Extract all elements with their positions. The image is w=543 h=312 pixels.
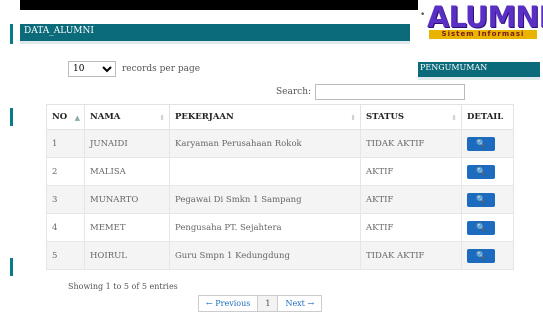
column-header-nama[interactable]: NAMA ⇕ [84, 104, 170, 130]
detail-search-icon[interactable]: 🔍 [467, 192, 495, 207]
cell-pekerjaan [169, 157, 361, 186]
detail-search-icon[interactable]: 🔍 [467, 220, 495, 235]
table-row: 4 MEMET Pengusaha PT. Sejahtera AKTIF 🔍 [46, 213, 514, 242]
records-label: records per page [122, 64, 201, 74]
cell-nama: MUNARTO [84, 185, 170, 214]
detail-search-icon[interactable]: 🔍 [467, 248, 495, 263]
data-alumni-header: DATA_ALUMNI [20, 24, 410, 44]
cell-nama: MALISA [84, 157, 170, 186]
column-header-no[interactable]: NO ▲ [46, 104, 85, 130]
pagination: ← Previous 1 Next → [198, 295, 323, 312]
cell-nama: MEMET [84, 213, 170, 242]
column-header-label: STATUS [366, 112, 405, 122]
cell-pekerjaan: Karyaman Perusahaan Rokok [169, 129, 361, 158]
table-info: Showing 1 to 5 of 5 entries [68, 282, 178, 291]
detail-search-icon[interactable]: 🔍 [467, 164, 495, 179]
logo-subtitle: Sistem Informasi [429, 30, 537, 39]
table-row: 3 MUNARTO Pegawai Di Smkn 1 Sampang AKTI… [46, 185, 514, 214]
records-select[interactable]: 10 [68, 61, 116, 77]
cell-no: 3 [46, 185, 85, 214]
cell-detail: 🔍 [461, 157, 514, 186]
bullet-mark: • [420, 10, 426, 20]
cell-status: AKTIF [360, 213, 462, 242]
records-per-page: 10 records per page [68, 61, 200, 77]
cell-no: 2 [46, 157, 85, 186]
cell-status: TIDAK AKTIF [360, 241, 462, 270]
logo-word: ALUMNI [427, 0, 543, 34]
table-row: 5 HOIRUL Guru Smpn 1 Kedungdung TIDAK AK… [46, 241, 514, 270]
cell-pekerjaan: Pegawai Di Smkn 1 Sampang [169, 185, 361, 214]
cell-detail: 🔍 [461, 129, 514, 158]
sort-asc-icon: ▲ [74, 113, 80, 122]
search-input[interactable] [315, 84, 466, 100]
top-banner-strip [20, 0, 418, 10]
sort-icon: ⇕ [350, 113, 356, 122]
table-row: 1 JUNAIDI Karyaman Perusahaan Rokok TIDA… [46, 129, 514, 158]
column-header-pekerjaan[interactable]: PEKERJAAN ⇕ [169, 104, 361, 130]
cell-status: AKTIF [360, 185, 462, 214]
left-accent-bar [10, 24, 13, 44]
cell-detail: 🔍 [461, 213, 514, 242]
cell-no: 1 [46, 129, 85, 158]
alumni-logo: ALUMNI Sistem Informasi [427, 0, 543, 40]
page-1-button[interactable]: 1 [257, 295, 279, 312]
detail-search-icon[interactable]: 🔍 [467, 136, 495, 151]
column-header-detail[interactable]: DETAIL [461, 104, 514, 130]
cell-nama: JUNAIDI [84, 129, 170, 158]
sort-icon: ⇕ [451, 113, 457, 122]
column-header-status[interactable]: STATUS ⇕ [360, 104, 462, 130]
column-header-label: PEKERJAAN [175, 112, 234, 122]
cell-status: TIDAK AKTIF [360, 129, 462, 158]
column-header-label: NAMA [90, 112, 121, 122]
cell-status: AKTIF [360, 157, 462, 186]
cell-detail: 🔍 [461, 241, 514, 270]
column-header-label: NO [52, 112, 68, 122]
left-accent-bar [10, 108, 13, 126]
search-label: Search: [276, 87, 312, 97]
previous-button[interactable]: ← Previous [198, 295, 259, 312]
search-box: Search: [276, 84, 466, 100]
column-header-label: DETAIL [467, 112, 504, 122]
cell-nama: HOIRUL [84, 241, 170, 270]
next-button[interactable]: Next → [277, 295, 323, 312]
table-header-row: NO ▲ NAMA ⇕ PEKERJAAN ⇕ STATUS ⇕ DETAIL [46, 104, 514, 130]
sort-icon: ⇕ [159, 113, 165, 122]
cell-pekerjaan: Guru Smpn 1 Kedungdung [169, 241, 361, 270]
pengumuman-header[interactable]: PENGUMUMAN [418, 62, 540, 80]
cell-no: 4 [46, 213, 85, 242]
alumni-table: NO ▲ NAMA ⇕ PEKERJAAN ⇕ STATUS ⇕ DETAIL … [46, 104, 514, 270]
cell-pekerjaan: Pengusaha PT. Sejahtera [169, 213, 361, 242]
table-row: 2 MALISA AKTIF 🔍 [46, 157, 514, 186]
cell-detail: 🔍 [461, 185, 514, 214]
left-accent-bar [10, 258, 13, 276]
cell-no: 5 [46, 241, 85, 270]
